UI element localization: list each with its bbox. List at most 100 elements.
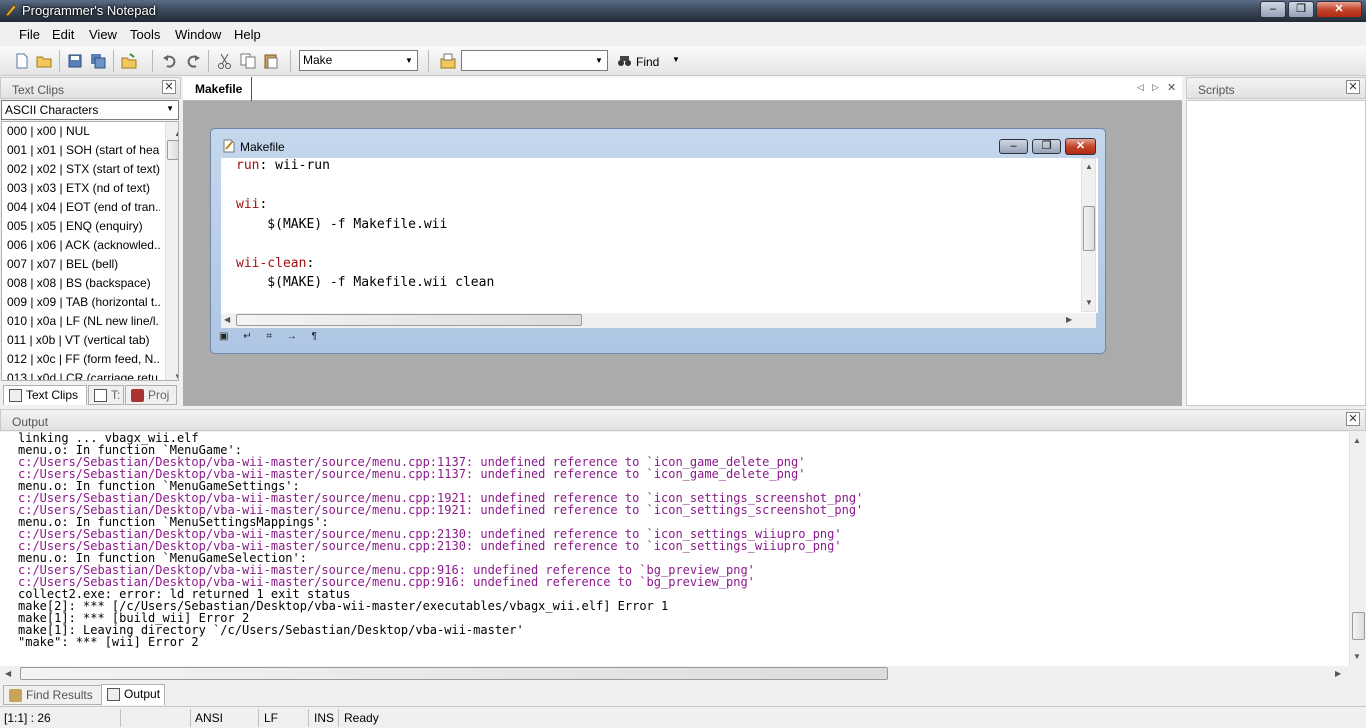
tab-scroll-right-icon[interactable]: ▷ bbox=[1152, 82, 1159, 93]
status-encoding: ANSI bbox=[195, 711, 224, 725]
maximize-button[interactable]: ❐ bbox=[1288, 1, 1314, 18]
menu-view[interactable]: View bbox=[89, 27, 117, 42]
redo-icon[interactable] bbox=[184, 52, 202, 70]
clip-category-select[interactable]: ASCII Characters ▼ bbox=[1, 100, 179, 120]
scripts-title: Scripts bbox=[1198, 83, 1235, 97]
menu-edit[interactable]: Edit bbox=[52, 27, 74, 42]
tab-output[interactable]: Output bbox=[101, 684, 165, 705]
paste-icon[interactable] bbox=[262, 52, 280, 70]
scripts-panel: Scripts ✕ bbox=[1186, 77, 1366, 406]
menu-file[interactable]: File bbox=[19, 27, 40, 42]
clip-list-scrollbar[interactable]: ▲ ▼ bbox=[165, 122, 178, 380]
close-scripts-icon[interactable]: ✕ bbox=[1346, 80, 1360, 94]
binoculars-icon[interactable] bbox=[617, 53, 632, 68]
list-item[interactable]: 000 | x00 | NUL bbox=[2, 122, 160, 141]
close-button[interactable]: ✕ bbox=[1316, 1, 1362, 18]
list-item[interactable]: 012 | x0c | FF (form feed, N... bbox=[2, 350, 160, 369]
output-icon bbox=[107, 688, 120, 701]
editor-tab-bar: Makefile ◁ ▷ ✕ bbox=[183, 77, 1182, 101]
scripts-header: Scripts bbox=[1186, 77, 1366, 99]
close-tab-icon[interactable]: ✕ bbox=[1167, 81, 1176, 94]
list-item[interactable]: 005 | x05 | ENQ (enquiry) bbox=[2, 217, 160, 236]
undo-icon[interactable] bbox=[161, 52, 179, 70]
editor-vscrollbar[interactable]: ▲ ▼ bbox=[1081, 158, 1096, 312]
tab-makefile[interactable]: Makefile bbox=[186, 77, 252, 101]
save-icon[interactable] bbox=[66, 52, 84, 70]
open-project-icon[interactable] bbox=[120, 52, 138, 70]
copy-icon[interactable] bbox=[239, 52, 257, 70]
find-input[interactable]: ▼ bbox=[461, 50, 608, 71]
doc-maximize-button[interactable]: ❐ bbox=[1032, 139, 1061, 154]
status-position: [1:1] : 26 bbox=[4, 711, 51, 725]
menu-help[interactable]: Help bbox=[234, 27, 261, 42]
window-title: Programmer's Notepad bbox=[22, 3, 156, 18]
list-item[interactable]: 007 | x07 | BEL (bell) bbox=[2, 255, 160, 274]
find-dropdown-icon[interactable]: ▼ bbox=[672, 55, 680, 64]
toolbar: Make ▼ ▼ Find ▼ bbox=[0, 46, 1366, 76]
scroll-right-icon[interactable]: ▶ bbox=[1066, 315, 1072, 324]
tab-scroll-left-icon[interactable]: ◁ bbox=[1137, 82, 1144, 93]
list-item[interactable]: 003 | x03 | ETX (nd of text) bbox=[2, 179, 160, 198]
code-target: wii-clean bbox=[236, 255, 307, 271]
code-editor[interactable]: run: wii-run wii: $(MAKE) -f Makefile.wii… bbox=[221, 158, 1098, 313]
minimize-button[interactable]: – bbox=[1260, 1, 1286, 18]
menu-window[interactable]: Window bbox=[175, 27, 221, 42]
code-line: $(MAKE) -f Makefile.wii clean bbox=[236, 275, 495, 290]
status-insert-mode: INS bbox=[314, 711, 335, 725]
output-log[interactable]: linking ... vbagx_wii.elf menu.o: In func… bbox=[0, 432, 1349, 666]
list-item[interactable]: 009 | x09 | TAB (horizontal t... bbox=[2, 293, 160, 312]
jump-icon[interactable] bbox=[439, 52, 457, 70]
editor-hscrollbar[interactable]: ◀ ▶ bbox=[221, 313, 1096, 328]
scroll-thumb[interactable] bbox=[236, 314, 582, 326]
menu-tools[interactable]: Tools bbox=[130, 27, 160, 42]
tab-text-clips[interactable]: Text Clips bbox=[3, 385, 87, 405]
scroll-up-icon[interactable]: ▲ bbox=[1350, 436, 1364, 445]
list-item[interactable]: 006 | x06 | ACK (acknowled... bbox=[2, 236, 160, 255]
open-folder-icon[interactable] bbox=[35, 52, 53, 70]
code-line: run: wii-run bbox=[236, 158, 330, 173]
close-output-icon[interactable]: ✕ bbox=[1346, 412, 1360, 426]
scheme-select[interactable]: Make ▼ bbox=[299, 50, 418, 71]
scroll-left-icon[interactable]: ◀ bbox=[5, 669, 11, 678]
new-file-icon[interactable] bbox=[13, 52, 31, 70]
output-hscrollbar[interactable]: ◀ ▶ bbox=[0, 666, 1349, 682]
save-all-icon[interactable] bbox=[89, 52, 107, 70]
code-target: run bbox=[236, 158, 260, 173]
cut-icon[interactable] bbox=[216, 52, 234, 70]
tab-find-results-label: Find Results bbox=[26, 688, 93, 702]
editor-footer-icons[interactable]: ▣ ↵ ⌗ → ¶ bbox=[219, 331, 339, 345]
tab-tags[interactable]: T: bbox=[88, 385, 124, 405]
scroll-up-icon[interactable]: ▲ bbox=[1082, 162, 1096, 171]
tab-projects[interactable]: Proj bbox=[125, 385, 177, 405]
list-item[interactable]: 002 | x02 | STX (start of text) bbox=[2, 160, 160, 179]
list-item[interactable]: 013 | x0d | CR (carriage retu... bbox=[2, 369, 160, 380]
find-results-icon bbox=[9, 689, 22, 702]
scroll-right-icon[interactable]: ▶ bbox=[1335, 669, 1341, 678]
list-item[interactable]: 011 | x0b | VT (vertical tab) bbox=[2, 331, 160, 350]
document-icon bbox=[223, 139, 235, 153]
list-item[interactable]: 004 | x04 | EOT (end of tran... bbox=[2, 198, 160, 217]
scheme-select-value: Make bbox=[303, 53, 333, 67]
list-item[interactable]: 010 | x0a | LF (NL new line/l... bbox=[2, 312, 160, 331]
list-item[interactable]: 001 | x01 | SOH (start of hea... bbox=[2, 141, 160, 160]
list-item[interactable]: 008 | x08 | BS (backspace) bbox=[2, 274, 160, 293]
tags-icon bbox=[94, 389, 107, 402]
close-text-clips-icon[interactable]: ✕ bbox=[162, 80, 176, 94]
scroll-thumb[interactable] bbox=[20, 667, 888, 680]
scroll-down-icon[interactable]: ▼ bbox=[1082, 298, 1096, 307]
output-vscrollbar[interactable]: ▲ ▼ bbox=[1349, 432, 1366, 666]
scroll-down-icon[interactable]: ▼ bbox=[171, 367, 178, 380]
scroll-thumb[interactable] bbox=[167, 140, 178, 160]
doc-close-button[interactable]: ✕ bbox=[1065, 138, 1096, 155]
find-button[interactable]: Find bbox=[636, 55, 659, 69]
scroll-left-icon[interactable]: ◀ bbox=[224, 315, 230, 324]
text-clips-header: Text Clips bbox=[0, 77, 181, 99]
output-title: Output bbox=[12, 415, 49, 429]
document-title: Makefile bbox=[240, 140, 285, 154]
scroll-thumb[interactable] bbox=[1083, 206, 1095, 251]
tab-find-results[interactable]: Find Results bbox=[3, 685, 103, 705]
scroll-down-icon[interactable]: ▼ bbox=[1350, 652, 1364, 661]
scroll-thumb[interactable] bbox=[1352, 612, 1365, 640]
status-state: Ready bbox=[344, 711, 379, 725]
doc-minimize-button[interactable]: – bbox=[999, 139, 1028, 154]
